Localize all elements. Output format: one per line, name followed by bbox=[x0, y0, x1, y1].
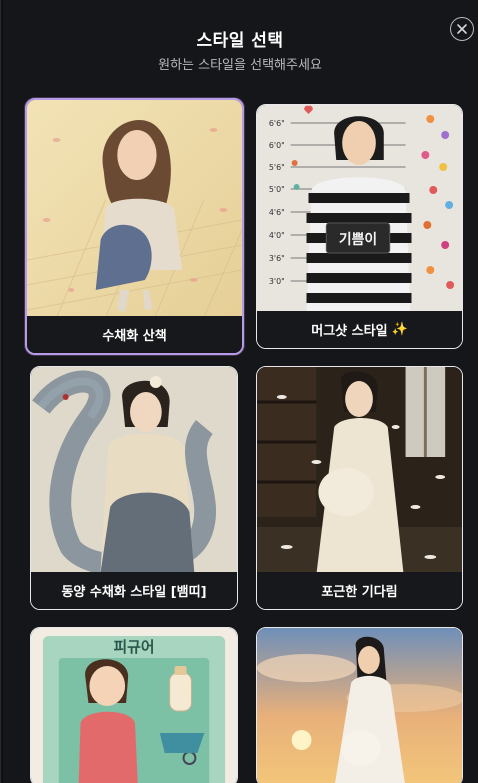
style-card-cozy-waiting[interactable]: 포근한 기다림 bbox=[256, 366, 463, 610]
style-card-watercolor-walk[interactable]: 수채화 산책 bbox=[25, 98, 244, 355]
style-card-label: 동양 수채화 스타일 [뱀띠] bbox=[31, 572, 237, 609]
figure-box-title: 피규어 bbox=[114, 638, 155, 656]
close-icon bbox=[457, 24, 467, 34]
style-card-oriental-watercolor[interactable]: 동양 수채화 스타일 [뱀띠] bbox=[30, 366, 238, 610]
style-thumbnail bbox=[257, 628, 462, 783]
style-card-label: 머그샷 스타일 bbox=[311, 324, 388, 339]
style-card-label: 포근한 기다림 bbox=[257, 572, 462, 609]
close-button[interactable] bbox=[450, 17, 474, 41]
height-mark: 4'6" bbox=[269, 208, 285, 217]
modal-title: 스타일 선택 bbox=[196, 31, 284, 51]
height-mark: 6'0" bbox=[269, 141, 285, 150]
style-thumbnail bbox=[27, 100, 242, 318]
height-mark: 3'6" bbox=[269, 254, 285, 263]
style-card-sunset[interactable] bbox=[256, 627, 463, 783]
sparkles-icon: ✨ bbox=[391, 322, 408, 337]
height-mark: 5'0" bbox=[269, 185, 285, 194]
mugshot-sign-text: 기쁨이 bbox=[339, 231, 377, 248]
style-card-mugshot[interactable]: 6'6" 6'0" 5'6" 5'0" 4'6" 4'0" 3'6" 3'0" bbox=[256, 104, 463, 349]
style-thumbnail bbox=[257, 367, 462, 574]
style-card-label: 수채화 산책 bbox=[27, 316, 242, 353]
modal-subtitle: 원하는 스타일을 선택해주세요 bbox=[158, 58, 322, 73]
modal-edge bbox=[1, 0, 3, 783]
height-mark: 4'0" bbox=[269, 231, 285, 240]
height-mark: 6'6" bbox=[269, 119, 285, 128]
height-mark: 3'0" bbox=[269, 277, 285, 286]
height-mark: 5'6" bbox=[269, 163, 285, 172]
style-thumbnail: 피규어 bbox=[31, 628, 237, 783]
style-select-modal: 스타일 선택 원하는 스타일을 선택해주세요 수채화 산책 6'6" 6'0" … bbox=[0, 0, 478, 783]
style-card-label-row: 머그샷 스타일 ✨ bbox=[257, 311, 462, 348]
style-card-figure[interactable]: 피규어 bbox=[30, 627, 238, 783]
modal-header: 스타일 선택 원하는 스타일을 선택해주세요 bbox=[1, 0, 478, 90]
style-thumbnail: 6'6" 6'0" 5'6" 5'0" 4'6" 4'0" 3'6" 3'0" bbox=[257, 105, 462, 313]
style-thumbnail bbox=[31, 367, 237, 574]
